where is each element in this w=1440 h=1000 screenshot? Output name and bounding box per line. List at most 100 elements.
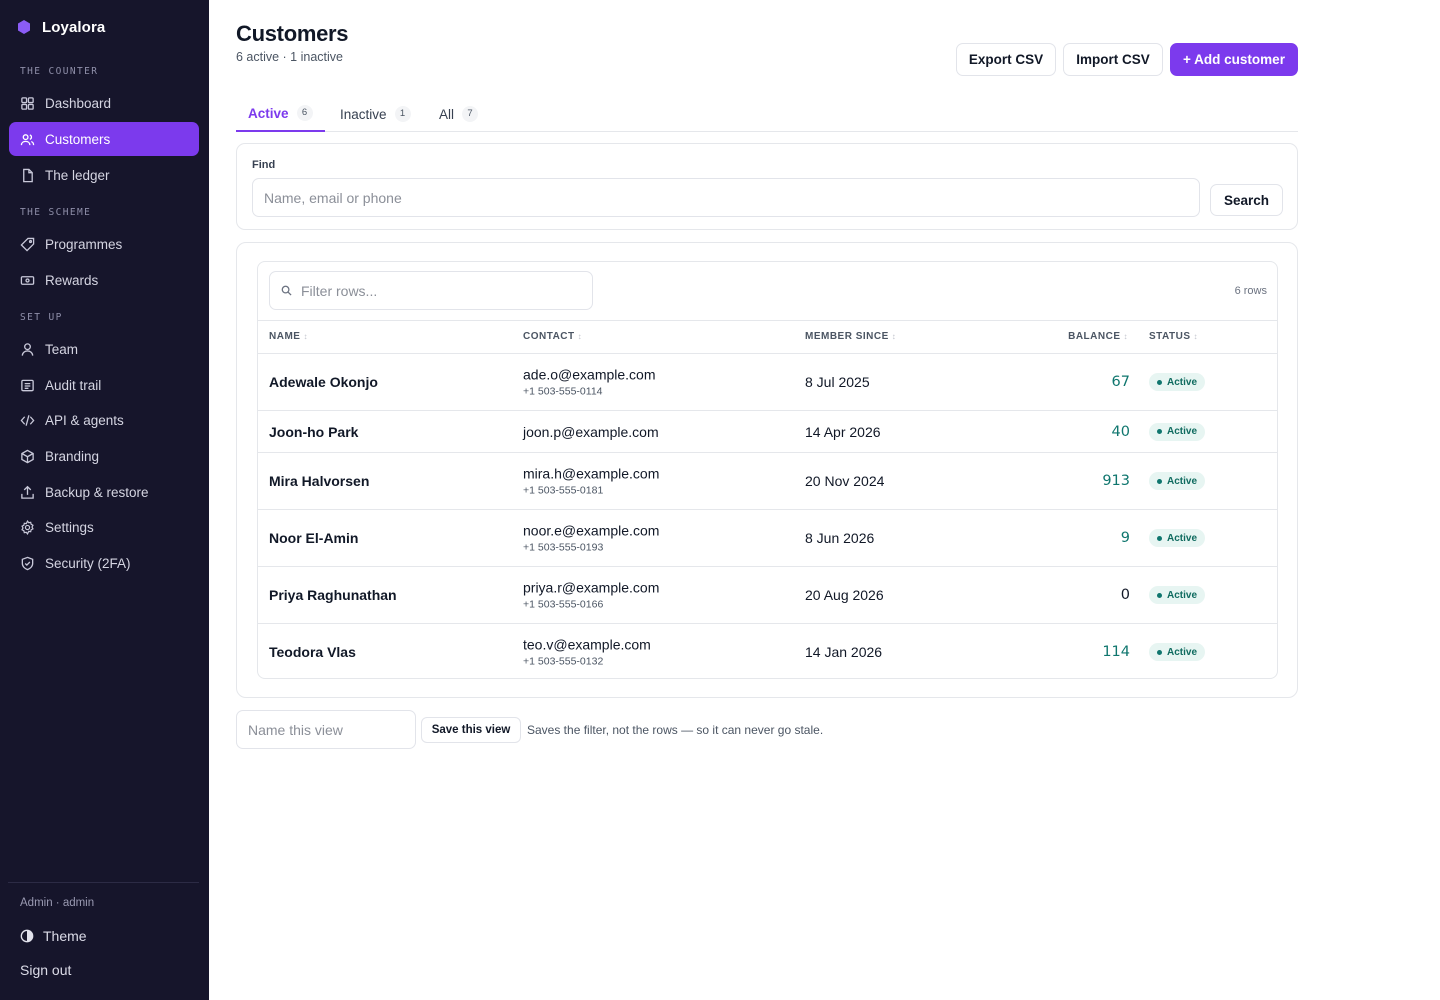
search-button[interactable]: Search [1210,184,1283,216]
nav-section-label: THE COUNTER [20,66,99,77]
users-icon [20,133,35,145]
sidebar-item-security[interactable]: Security (2FA) [9,546,199,580]
sidebar-item-label: Branding [45,448,100,464]
member-since: 14 Apr 2026 [805,423,881,440]
table-row[interactable]: Noor El-Amin noor.e@example.com +1 503-5… [258,510,1277,567]
nav-section-label: SET UP [20,312,63,323]
customer-name: Joon-ho Park [269,423,359,440]
customer-name: Adewale Okonjo [269,374,378,390]
sign-out-link[interactable]: Sign out [20,962,71,978]
save-view-note: Saves the filter, not the rows — so it c… [527,723,824,737]
search-icon [281,285,292,296]
sidebar-item-label: Team [45,341,79,357]
customer-contact: priya.r@example.com +1 503-555-0166 [523,580,659,611]
tab-count: 1 [394,106,411,122]
sidebar-item-rewards[interactable]: Rewards [9,263,199,297]
balance: 114 [1102,644,1130,660]
theme-label: Theme [43,928,87,944]
tab-inactive[interactable]: Inactive 1 [328,96,423,132]
table-row[interactable]: Joon-ho Park joon.p@example.com 14 Apr 2… [258,411,1277,453]
sidebar-item-audit-trail[interactable]: Audit trail [9,368,199,402]
save-view-button[interactable]: Save this view [421,717,521,743]
balance: 9 [1120,530,1130,546]
tab-all[interactable]: All 7 [427,96,490,132]
filter-rows-box[interactable] [269,271,593,310]
sidebar-item-settings[interactable]: Settings [9,510,199,544]
status-badge: Active [1149,529,1206,547]
tab-label: Inactive [340,106,387,122]
nav-section-label: THE SCHEME [20,207,92,218]
customer-contact: ade.o@example.com +1 503-555-0114 [523,367,656,398]
column-header-status[interactable]: STATUS ↕ [1149,331,1198,342]
member-since: 14 Jan 2026 [805,644,883,660]
sidebar-item-team[interactable]: Team [9,332,199,366]
sidebar-item-label: Backup & restore [45,484,149,500]
sidebar-item-label: Audit trail [45,377,102,393]
export-csv-button[interactable]: Export CSV [956,43,1056,76]
status-badge: Active [1149,643,1206,661]
list-icon [21,379,34,391]
column-header-balance[interactable]: BALANCE ↕ [1068,331,1128,342]
customers-table-card: 6 rows NAME↕ CONTACT↕ MEMBER SINCE↕ BALA… [236,242,1298,698]
sidebar-item-label: Settings [45,519,94,535]
view-name-input[interactable] [236,710,416,749]
sort-icon: ↕ [303,332,308,341]
sidebar-item-label: Programmes [45,236,123,252]
upload-icon [21,485,34,499]
customer-phone: +1 503-555-0132 [523,655,604,668]
sidebar-item-ledger[interactable]: The ledger [9,158,199,192]
document-icon [23,168,33,182]
code-icon [20,414,35,426]
column-header-member-since[interactable]: MEMBER SINCE ↕ [805,331,896,342]
customer-contact: mira.h@example.com +1 503-555-0181 [523,466,659,497]
table-row[interactable]: Mira Halvorsen mira.h@example.com +1 503… [258,453,1277,510]
table-row[interactable]: Adewale Okonjo ade.o@example.com +1 503-… [258,354,1277,411]
table-row[interactable]: Teodora Vlas teo.v@example.com +1 503-55… [258,624,1277,678]
sidebar-item-label: Customers [45,131,111,147]
theme-toggle[interactable]: Theme [20,926,87,946]
brand[interactable]: Loyalora [16,17,105,37]
logo-icon [18,20,30,34]
column-header-contact[interactable]: CONTACT ↕ [523,331,582,342]
member-since: 8 Jul 2025 [805,374,870,390]
page-title: Customers [236,21,349,46]
sidebar-item-programmes[interactable]: Programmes [9,227,199,261]
table-row[interactable]: Priya Raghunathan priya.r@example.com +1… [258,567,1277,624]
balance: 0 [1120,587,1130,603]
sidebar: Loyalora THE COUNTER Dashboard Customers… [0,0,209,1000]
tab-active[interactable]: Active 6 [236,96,325,132]
customer-contact: noor.e@example.com +1 503-555-0193 [523,523,659,554]
gear-icon [21,519,34,535]
customer-email: priya.r@example.com [523,579,660,596]
sort-icon: ↕ [891,332,897,341]
add-customer-button[interactable]: + Add customer [1170,43,1298,76]
status-badge: Active [1149,472,1206,490]
table-header: NAME ↕ CONTACT ↕ MEMBER SINCE ↕ BALANCE ↕ ST… [258,320,1277,354]
brand-name: Loyalora [42,18,106,36]
row-count: 6 rows [1234,285,1267,297]
filter-rows-input[interactable] [301,282,581,299]
sidebar-item-label: Security (2FA) [45,555,131,571]
sort-icon: ↕ [1193,332,1199,341]
sidebar-item-api-agents[interactable]: API & agents [9,403,199,437]
find-input[interactable] [252,178,1200,217]
cube-icon [21,449,34,463]
column-header-name[interactable]: NAME ↕ [269,331,308,342]
sort-icon: ↕ [577,332,583,341]
sidebar-item-dashboard[interactable]: Dashboard [9,86,199,120]
sidebar-item-customers[interactable]: Customers [9,122,199,156]
sidebar-item-backup-restore[interactable]: Backup & restore [9,475,199,509]
customer-email: joon.p@example.com [523,423,659,440]
sidebar-item-label: API & agents [45,412,124,428]
customer-contact: joon.p@example.com [523,424,659,440]
sidebar-item-branding[interactable]: Branding [9,439,199,473]
customer-email: noor.e@example.com [523,522,660,539]
tab-label: All [439,106,455,122]
import-csv-button[interactable]: Import CSV [1063,43,1163,76]
user-icon [21,342,34,356]
customer-phone: +1 503-555-0181 [523,484,604,497]
shield-icon [21,556,34,570]
customer-name: Teodora Vlas [269,644,356,660]
customers-table: 6 rows NAME↕ CONTACT↕ MEMBER SINCE↕ BALA… [257,261,1278,679]
current-user: Admin · admin [20,897,95,909]
